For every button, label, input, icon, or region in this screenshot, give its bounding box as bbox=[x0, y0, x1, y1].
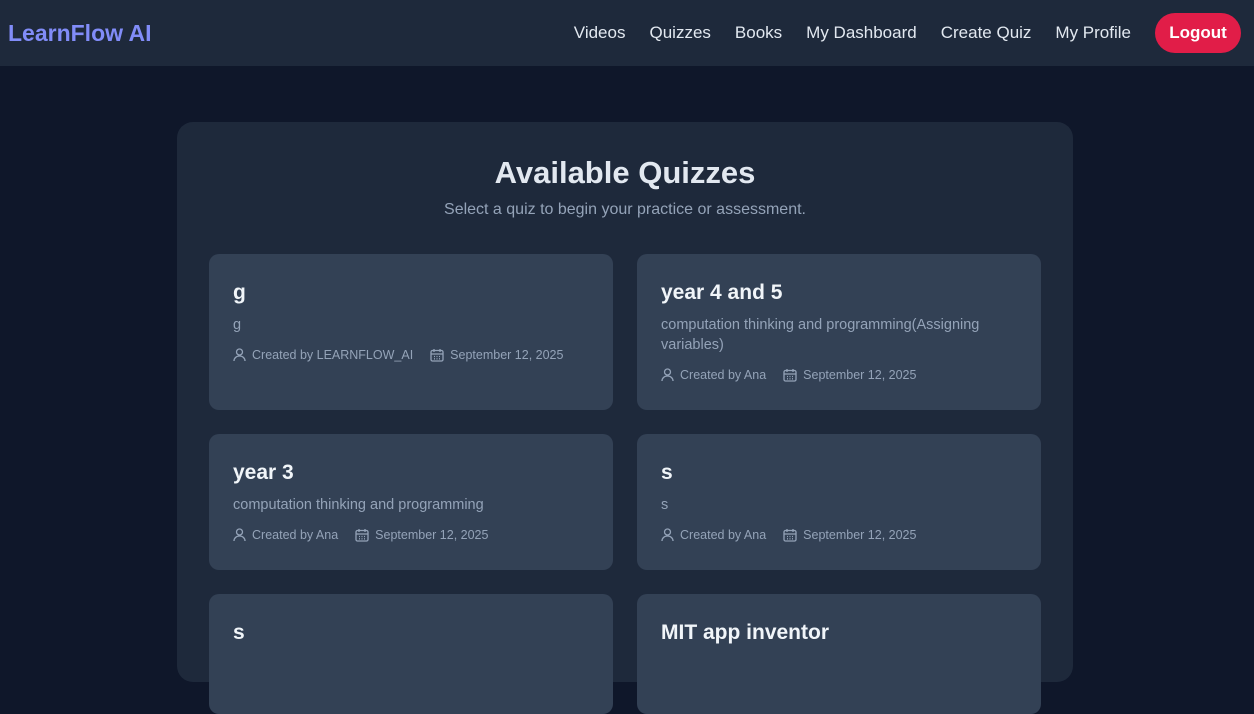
quiz-title: s bbox=[661, 461, 673, 484]
quiz-description: computation thinking and programming bbox=[233, 497, 484, 513]
date-meta: September 12, 2025 bbox=[783, 368, 916, 382]
nav-my-profile[interactable]: My Profile bbox=[1055, 23, 1131, 43]
quiz-date: September 12, 2025 bbox=[375, 528, 489, 542]
nav-links: Videos Quizzes Books My Dashboard Create… bbox=[550, 13, 1241, 53]
calendar-icon bbox=[783, 529, 797, 542]
creator-meta: Created by LEARNFLOW_AI bbox=[233, 348, 413, 362]
user-icon bbox=[661, 528, 674, 542]
nav-videos[interactable]: Videos bbox=[574, 23, 626, 43]
top-navbar: LearnFlow AI Videos Quizzes Books My Das… bbox=[0, 0, 1254, 66]
quiz-description: s bbox=[661, 497, 669, 513]
quiz-meta: Created by Ana September 12, 2025 bbox=[233, 528, 589, 542]
quiz-title: g bbox=[233, 281, 246, 304]
date-meta: September 12, 2025 bbox=[355, 528, 488, 542]
quiz-card[interactable]: s s Created by Ana September 12, 2025 bbox=[637, 434, 1041, 570]
page-title: Available Quizzes bbox=[494, 155, 756, 190]
creator-meta: Created by Ana bbox=[661, 368, 766, 382]
calendar-icon bbox=[355, 529, 369, 542]
creator-meta: Created by Ana bbox=[661, 528, 766, 542]
quiz-creator: Created by Ana bbox=[680, 368, 767, 382]
page-subtitle: Select a quiz to begin your practice or … bbox=[444, 201, 806, 218]
quiz-title: MIT app inventor bbox=[661, 621, 829, 644]
user-icon bbox=[233, 348, 246, 362]
calendar-icon bbox=[783, 369, 797, 382]
quiz-card[interactable]: MIT app inventor bbox=[637, 594, 1041, 714]
quiz-meta: Created by Ana September 12, 2025 bbox=[661, 528, 1017, 542]
quiz-title: year 4 and 5 bbox=[661, 281, 783, 304]
logout-button[interactable]: Logout bbox=[1155, 13, 1241, 53]
quiz-description: g bbox=[233, 317, 242, 333]
quiz-card[interactable]: year 4 and 5 computation thinking and pr… bbox=[637, 254, 1041, 410]
quiz-title: s bbox=[233, 621, 245, 644]
date-meta: September 12, 2025 bbox=[430, 348, 563, 362]
nav-quizzes[interactable]: Quizzes bbox=[649, 23, 710, 43]
quiz-title: year 3 bbox=[233, 461, 294, 484]
quiz-meta: Created by LEARNFLOW_AI September 12, 20… bbox=[233, 348, 589, 362]
quiz-date: September 12, 2025 bbox=[450, 348, 564, 362]
user-icon bbox=[233, 528, 246, 542]
nav-create-quiz[interactable]: Create Quiz bbox=[941, 23, 1032, 43]
creator-meta: Created by Ana bbox=[233, 528, 338, 542]
calendar-icon bbox=[430, 349, 444, 362]
quiz-card[interactable]: g g Created by LEARNFLOW_AI September 12… bbox=[209, 254, 613, 410]
nav-books[interactable]: Books bbox=[735, 23, 782, 43]
quiz-date: September 12, 2025 bbox=[803, 528, 917, 542]
quizzes-panel: Available Quizzes Select a quiz to begin… bbox=[177, 122, 1073, 714]
quiz-card[interactable]: year 3 computation thinking and programm… bbox=[209, 434, 613, 570]
date-meta: September 12, 2025 bbox=[783, 528, 916, 542]
quiz-date: September 12, 2025 bbox=[803, 368, 917, 382]
nav-my-dashboard[interactable]: My Dashboard bbox=[806, 23, 917, 43]
quiz-creator: Created by Ana bbox=[252, 528, 339, 542]
brand-logo[interactable]: LearnFlow AI bbox=[8, 20, 152, 47]
quiz-description: computation thinking and programming(Ass… bbox=[661, 317, 980, 353]
user-icon bbox=[661, 368, 674, 382]
quiz-meta: Created by Ana September 12, 2025 bbox=[661, 368, 1017, 382]
quiz-creator: Created by Ana bbox=[680, 528, 767, 542]
quiz-creator: Created by LEARNFLOW_AI bbox=[252, 348, 414, 362]
quiz-card[interactable]: s bbox=[209, 594, 613, 714]
